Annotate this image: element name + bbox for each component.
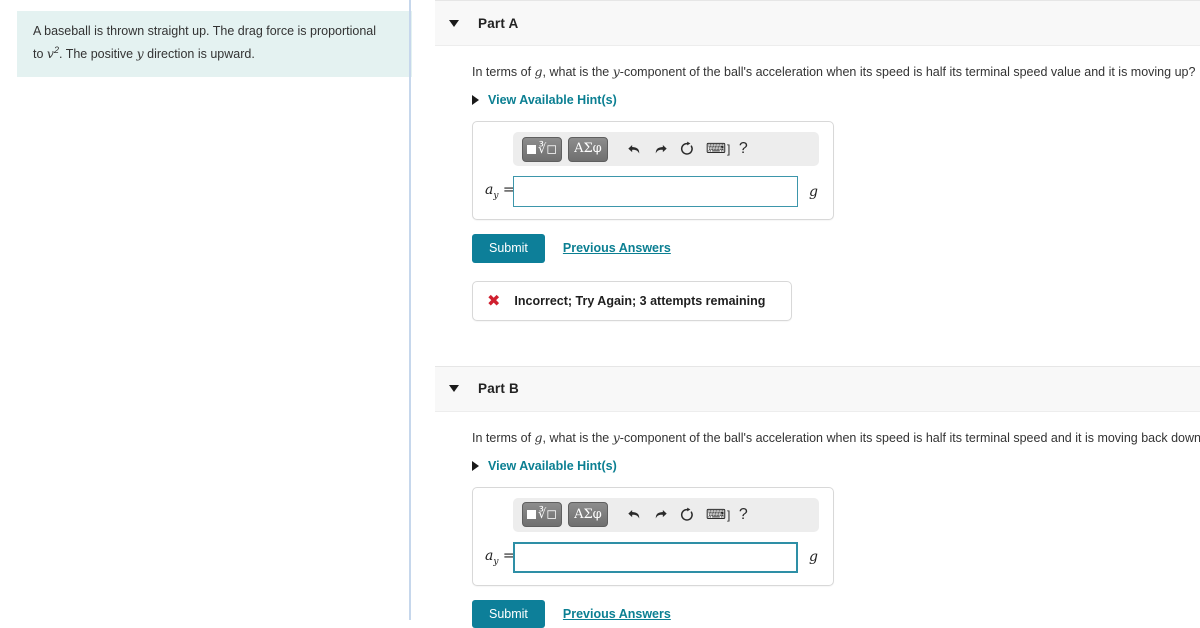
problem-statement-pane: A baseball is thrown straight up. The dr… — [0, 0, 410, 620]
redo-icon[interactable] — [648, 136, 674, 162]
filled-square-icon — [527, 145, 536, 154]
help-icon[interactable]: ? — [730, 502, 756, 528]
nth-root-icon: ∛◻ — [538, 143, 557, 156]
part-b-question: In terms of g, what is the y-component o… — [472, 429, 1200, 447]
chevron-right-icon[interactable] — [472, 95, 479, 105]
part-b-previous-answers-link[interactable]: Previous Answers — [563, 607, 671, 621]
problem-line-2-prefix: to — [33, 47, 47, 61]
undo-icon[interactable] — [622, 136, 648, 162]
question-suffix: -component of the ball's acceleration wh… — [620, 431, 1200, 445]
part-a-answer-input[interactable] — [513, 176, 798, 207]
question-suffix: -component of the ball's acceleration wh… — [620, 65, 1196, 79]
chevron-down-icon[interactable] — [449, 20, 459, 27]
undo-arrow-glyph — [627, 507, 642, 522]
problem-line-1: A baseball is thrown straight up. The dr… — [33, 24, 376, 38]
reset-icon[interactable] — [674, 136, 700, 162]
keyboard-shortcuts-button[interactable]: ⌨ ] — [706, 508, 731, 522]
part-b-title: Part B — [478, 381, 519, 396]
part-b-body: In terms of g, what is the y-component o… — [435, 429, 1200, 628]
incorrect-x-icon: ✖ — [487, 293, 500, 309]
problem-line-2-mid: . The positive — [59, 47, 137, 61]
math-template-icon[interactable]: ∛◻ — [522, 137, 562, 162]
part-b-header[interactable]: Part B — [435, 366, 1200, 412]
reset-circular-arrow-glyph — [679, 141, 695, 157]
keyboard-icon: ⌨ — [706, 142, 726, 156]
math-template-icon[interactable]: ∛◻ — [522, 502, 562, 527]
part-a-math-toolbar: ∛◻ ΑΣφ — [513, 132, 819, 166]
part-a-submit-row: Submit Previous Answers — [472, 234, 1200, 263]
keyboard-shortcuts-button[interactable]: ⌨ ] — [706, 142, 731, 156]
part-b-answer-label: ay = — [485, 548, 513, 567]
part-b-math-toolbar: ∛◻ ΑΣφ — [513, 498, 819, 532]
velocity-symbol: v — [47, 46, 54, 61]
part-a-view-hints-toggle[interactable]: View Available Hint(s) — [472, 93, 632, 107]
chevron-down-icon[interactable] — [449, 385, 459, 392]
problem-line-2-end: direction is upward. — [144, 47, 255, 61]
reset-icon[interactable] — [674, 502, 700, 528]
redo-arrow-glyph — [653, 142, 668, 157]
chevron-right-icon[interactable] — [472, 461, 479, 471]
y-symbol: y — [613, 430, 620, 445]
part-b-submit-button[interactable]: Submit — [472, 600, 545, 628]
part-a-submit-button[interactable]: Submit — [472, 234, 545, 263]
question-prefix: In terms of — [472, 65, 535, 79]
parts-pane: Part A In terms of g, what is the y-comp… — [412, 0, 1200, 620]
part-a-feedback-box: ✖ Incorrect; Try Again; 3 attempts remai… — [472, 281, 792, 321]
problem-statement-box: A baseball is thrown straight up. The dr… — [17, 11, 413, 77]
part-a-previous-answers-link[interactable]: Previous Answers — [563, 241, 671, 255]
reset-circular-arrow-glyph — [679, 507, 695, 523]
part-a-answer-label: ay = — [485, 182, 513, 201]
greek-symbols-label: ΑΣφ — [574, 508, 602, 522]
part-a-answer-unit: g — [809, 184, 821, 200]
greek-symbols-button[interactable]: ΑΣφ — [568, 502, 608, 527]
g-symbol: g — [535, 430, 543, 445]
part-a-input-row: ay = g — [485, 176, 821, 207]
part-a-answer-widget: ∛◻ ΑΣφ — [472, 121, 834, 220]
part-a-title: Part A — [478, 16, 518, 31]
question-middle: , what is the — [543, 65, 613, 79]
problem-statement-text: A baseball is thrown straight up. The dr… — [33, 22, 397, 64]
part-a-question: In terms of g, what is the y-component o… — [472, 63, 1200, 81]
y-direction-symbol: y — [137, 46, 144, 61]
part-b-hint-label: View Available Hint(s) — [488, 459, 617, 473]
redo-arrow-glyph — [653, 507, 668, 522]
part-a-header[interactable]: Part A — [435, 0, 1200, 46]
part-a-feedback-text: Incorrect; Try Again; 3 attempts remaini… — [514, 294, 765, 308]
question-prefix: In terms of — [472, 431, 535, 445]
problem-page: A baseball is thrown straight up. The dr… — [0, 0, 1200, 620]
part-b-answer-input[interactable] — [513, 542, 798, 573]
part-b-answer-unit: g — [809, 549, 821, 565]
question-middle: , what is the — [543, 431, 613, 445]
keyboard-icon: ⌨ — [706, 508, 726, 522]
undo-arrow-glyph — [627, 142, 642, 157]
part-a-body: In terms of g, what is the y-component o… — [435, 63, 1200, 321]
g-symbol: g — [535, 64, 543, 79]
part-b-input-row: ay = g — [485, 542, 821, 573]
help-icon[interactable]: ? — [730, 136, 756, 162]
filled-square-icon — [527, 510, 536, 519]
greek-symbols-label: ΑΣφ — [574, 142, 602, 156]
redo-icon[interactable] — [648, 502, 674, 528]
undo-icon[interactable] — [622, 502, 648, 528]
pane-divider — [409, 0, 411, 620]
part-b-answer-widget: ∛◻ ΑΣφ — [472, 487, 834, 586]
y-symbol: y — [613, 64, 620, 79]
greek-symbols-button[interactable]: ΑΣφ — [568, 137, 608, 162]
nth-root-icon: ∛◻ — [538, 508, 557, 521]
part-a-hint-label: View Available Hint(s) — [488, 93, 617, 107]
part-b-view-hints-toggle[interactable]: View Available Hint(s) — [472, 459, 632, 473]
part-b-submit-row: Submit Previous Answers — [472, 600, 1200, 628]
